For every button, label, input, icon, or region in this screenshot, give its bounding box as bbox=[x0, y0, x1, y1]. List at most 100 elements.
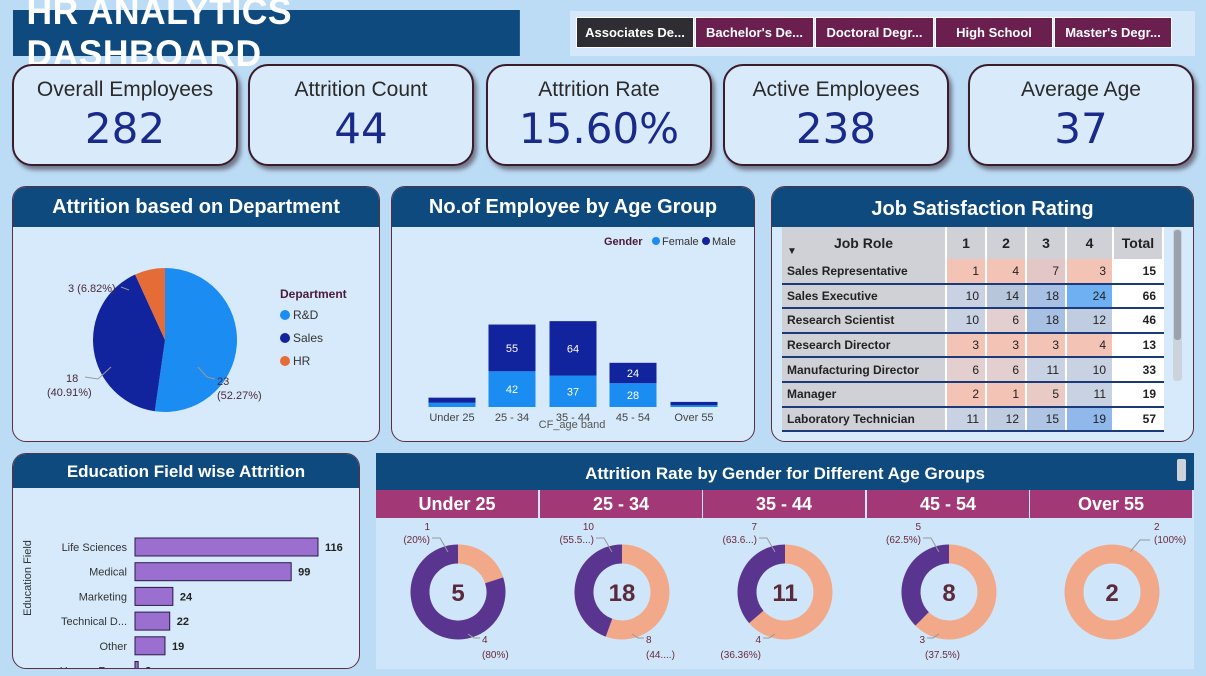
slicer-label: Associates De... bbox=[585, 25, 685, 40]
legend-male[interactable]: Male bbox=[712, 236, 736, 248]
bar-label-male: 55 bbox=[506, 343, 518, 355]
age-x-tick: Under 25 bbox=[429, 412, 474, 424]
kpi-label: Average Age bbox=[1021, 78, 1141, 101]
donut-label-male: 8 bbox=[646, 635, 652, 646]
col-header-job-role[interactable]: Job Role ▼ bbox=[782, 227, 947, 259]
rating-cell: 4 bbox=[986, 259, 1027, 285]
donut-center-value: 18 bbox=[609, 580, 636, 607]
col-header-3[interactable]: 3 bbox=[1026, 227, 1067, 259]
matrix-row[interactable]: Manager 2 1 5 11 19 bbox=[782, 381, 1164, 408]
rating-cell: 3 bbox=[1026, 332, 1067, 359]
bar-male[interactable] bbox=[428, 397, 476, 403]
bar-female[interactable] bbox=[670, 405, 718, 407]
kpi-active-employees: Active Employees 238 bbox=[723, 64, 949, 166]
matrix-row[interactable]: Sales Representative 1 4 7 3 15 bbox=[782, 259, 1164, 285]
donut-pct-male: (37.5%) bbox=[925, 650, 960, 661]
donut-pct-male: (80%) bbox=[482, 650, 509, 661]
rating-cell: 6 bbox=[986, 357, 1027, 383]
legend-swatch-male bbox=[702, 237, 710, 245]
matrix-row[interactable]: Sales Executive 10 14 18 24 66 bbox=[782, 283, 1164, 310]
slicer-masters[interactable]: Master's Degr... bbox=[1054, 17, 1172, 48]
edu-bar[interactable] bbox=[134, 611, 171, 631]
matrix-row[interactable]: Research Scientist 10 6 18 12 46 bbox=[782, 308, 1164, 334]
kpi-label: Overall Employees bbox=[36, 78, 214, 101]
age-x-tick: 25 - 34 bbox=[495, 412, 529, 424]
panel-scrollbar[interactable] bbox=[1177, 459, 1186, 481]
slicer-bachelors[interactable]: Bachelor's De... bbox=[695, 17, 814, 48]
matrix-row[interactable]: Research Director 3 3 3 4 13 bbox=[782, 332, 1164, 359]
kpi-value: 15.60% bbox=[518, 104, 680, 153]
col-header-4[interactable]: 4 bbox=[1066, 227, 1114, 259]
age-x-axis-title: CF_age band bbox=[539, 419, 606, 431]
pie-label-rnd: 23 bbox=[217, 376, 229, 388]
sort-arrow-icon[interactable]: ▼ bbox=[787, 246, 797, 257]
job-satisfaction-panel: Job Satisfaction Rating Job Role ▼ 1 2 3 … bbox=[771, 186, 1194, 442]
kpi-value: 37 bbox=[1054, 104, 1108, 153]
age-band-header[interactable]: Over 55 bbox=[1030, 490, 1192, 518]
legend-rnd[interactable]: R&D bbox=[293, 308, 319, 322]
matrix-row[interactable]: Laboratory Technician 11 12 15 19 57 bbox=[782, 406, 1164, 433]
slicer-label: Bachelor's De... bbox=[705, 25, 804, 40]
slicer-label: High School bbox=[956, 25, 1032, 40]
education-bar-chart[interactable]: Education Field Life Sciences 116 Medical 9… bbox=[13, 488, 360, 668]
bar-male[interactable] bbox=[670, 401, 718, 406]
donut-segment-female[interactable] bbox=[457, 544, 504, 584]
age-band-header[interactable]: 25 - 34 bbox=[540, 490, 702, 518]
total-cell: 13 bbox=[1113, 332, 1164, 359]
kpi-attrition-count: Attrition Count 44 bbox=[248, 64, 474, 166]
slicer-doctoral[interactable]: Doctoral Degr... bbox=[815, 17, 934, 48]
rating-cell: 1 bbox=[986, 381, 1027, 408]
legend-swatch-rnd bbox=[280, 310, 290, 320]
age-band-header[interactable]: 35 - 44 bbox=[703, 490, 865, 518]
col-header-total[interactable]: Total bbox=[1113, 227, 1164, 259]
slicer-high-school[interactable]: High School bbox=[935, 17, 1053, 48]
edu-value-label: 116 bbox=[325, 542, 343, 554]
legend-hr[interactable]: HR bbox=[293, 354, 311, 368]
kpi-value: 282 bbox=[84, 104, 166, 153]
matrix-row[interactable]: Manufacturing Director 6 6 11 10 33 bbox=[782, 357, 1164, 383]
kpi-attrition-rate: Attrition Rate 15.60% bbox=[486, 64, 712, 166]
gender-donut-charts[interactable]: 5 1 (20%) 4 (80%) 18 10 (55.5...) 8 (44....) 11 7 (6… bbox=[376, 518, 1194, 669]
rating-cell: 12 bbox=[986, 406, 1027, 433]
rating-cell: 18 bbox=[1026, 283, 1067, 310]
pie-label-sales: 18 bbox=[66, 373, 78, 385]
legend-female[interactable]: Female bbox=[662, 236, 699, 248]
slicer-label: Doctoral Degr... bbox=[826, 25, 923, 40]
col-header-1[interactable]: 1 bbox=[946, 227, 987, 259]
rating-cell: 7 bbox=[1026, 259, 1067, 285]
total-cell: 15 bbox=[1113, 259, 1164, 285]
col-header-2[interactable]: 2 bbox=[986, 227, 1027, 259]
age-band-header[interactable]: 45 - 54 bbox=[867, 490, 1029, 518]
job-role-cell: Manager bbox=[782, 381, 947, 408]
donut-group: 18 10 (55.5...) 8 (44....) bbox=[560, 522, 675, 661]
scrollbar-thumb[interactable] bbox=[1174, 230, 1181, 340]
slicer-associates[interactable]: Associates De... bbox=[576, 17, 694, 48]
donut-group: 2 2 (100%) bbox=[1064, 522, 1186, 640]
matrix-scrollbar[interactable] bbox=[1173, 229, 1182, 381]
kpi-overall-employees: Overall Employees 282 bbox=[12, 64, 238, 166]
panel-title: Education Field wise Attrition bbox=[13, 454, 359, 488]
edu-bar[interactable] bbox=[134, 636, 166, 656]
kpi-value: 238 bbox=[795, 104, 877, 153]
donut-label-female: 2 bbox=[1154, 522, 1160, 533]
edu-bar[interactable] bbox=[134, 661, 139, 669]
donut-label-male: 4 bbox=[482, 635, 488, 646]
kpi-label: Active Employees bbox=[752, 78, 920, 101]
dept-attrition-panel: Attrition based on Department 3 (6.82%) … bbox=[12, 186, 380, 442]
job-role-cell: Research Scientist bbox=[782, 308, 947, 334]
donut-group: 11 7 (63.6...) 4 (36.36%) bbox=[720, 522, 833, 661]
age-group-bar-chart[interactable]: Gender Female Male Under 25 42 55 25 - 34 37… bbox=[392, 227, 755, 441]
legend-sales[interactable]: Sales bbox=[293, 331, 323, 345]
dept-pie-chart[interactable]: 3 (6.82%) 18 (40.91%) 23 (52.27%) Depart… bbox=[13, 227, 380, 441]
edu-bar[interactable] bbox=[134, 537, 319, 557]
bar-label-female: 42 bbox=[506, 384, 518, 396]
edu-value-label: 99 bbox=[298, 567, 310, 579]
pie-legend-title: Department bbox=[280, 287, 347, 301]
bar-female[interactable] bbox=[428, 402, 476, 407]
rating-cell: 24 bbox=[1066, 283, 1114, 310]
edu-bar[interactable] bbox=[134, 586, 174, 606]
donut-label-male: 4 bbox=[755, 635, 761, 646]
rating-cell: 4 bbox=[1066, 332, 1114, 359]
edu-bar[interactable] bbox=[134, 562, 292, 582]
age-band-header[interactable]: Under 25 bbox=[376, 490, 538, 518]
